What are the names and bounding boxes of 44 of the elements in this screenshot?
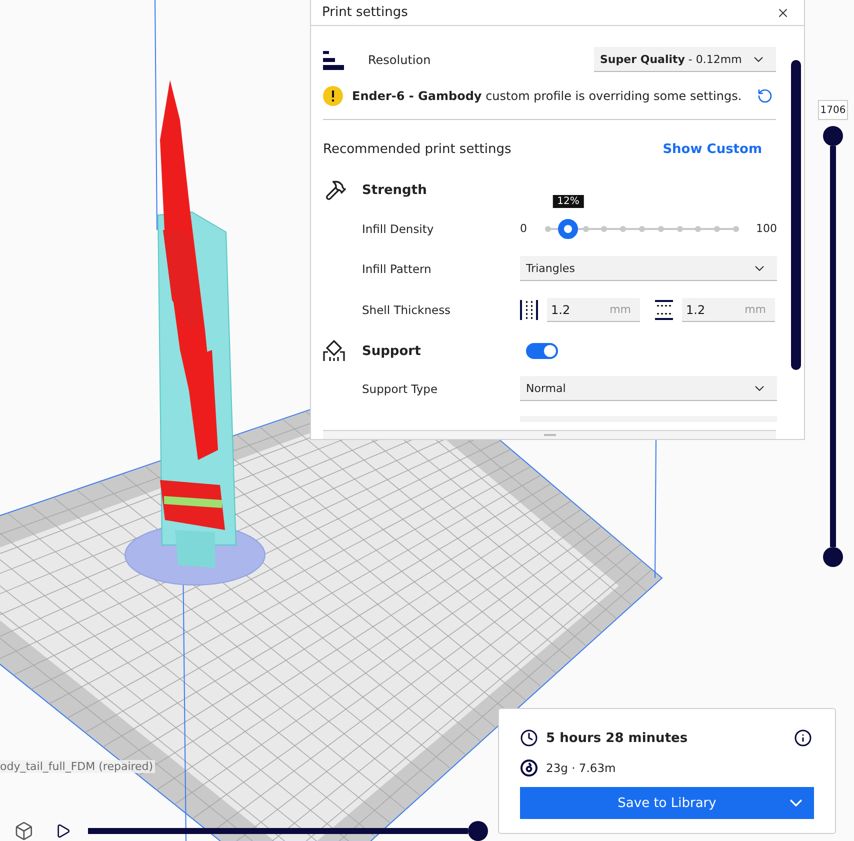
- file-name: ody_tail_full_FDM (repaired): [0, 760, 156, 773]
- info-icon[interactable]: [794, 729, 812, 747]
- support-icon: [323, 340, 345, 362]
- slider-thumb[interactable]: [558, 218, 578, 238]
- group-title: Support: [362, 344, 422, 358]
- setting-label: Support Type: [362, 382, 439, 396]
- top-bottom-thickness-field[interactable]: 1.2 mm: [682, 298, 775, 322]
- play-icon[interactable]: [54, 823, 71, 839]
- layer-slider-thumb[interactable]: [823, 547, 843, 567]
- dropdown[interactable]: Normal: [520, 376, 777, 401]
- warning-icon: [323, 86, 343, 106]
- clock-icon: [520, 729, 538, 747]
- support-toggle[interactable]: [526, 343, 558, 359]
- infill-slider[interactable]: [545, 218, 739, 238]
- spool-icon: [520, 759, 538, 777]
- layer-slider[interactable]: [823, 126, 843, 567]
- resolution-dropdown[interactable]: Super Quality - 0.12mm: [594, 47, 776, 72]
- layer-slider-thumb[interactable]: [823, 126, 843, 146]
- setting-label: Infill Pattern: [362, 262, 432, 276]
- setting-label: Shell Thickness: [362, 303, 452, 317]
- hammer-icon: [325, 179, 347, 201]
- top-bottom-thickness-icon: [655, 300, 673, 320]
- slider-max-label: 100: [756, 222, 777, 235]
- cube-icon[interactable]: [14, 821, 34, 841]
- wall-thickness-field[interactable]: 1.2 mm: [547, 298, 640, 322]
- panel-title: Print settings: [322, 5, 408, 20]
- layers-icon: [323, 48, 345, 70]
- group-title: Strength: [362, 182, 428, 198]
- resolution-label: Resolution: [368, 52, 431, 66]
- slider-min-label: 0: [520, 222, 527, 235]
- section-title: Recommended print settings: [323, 142, 512, 156]
- scrollbar[interactable]: [791, 60, 801, 370]
- playback-slider-thumb[interactable]: [468, 821, 488, 841]
- slider-tooltip: 12%: [553, 194, 584, 208]
- material-usage: 23g · 7.63m: [546, 761, 616, 775]
- warning-message: Ender-6 - Gambody custom profile is overriding some settings.: [352, 89, 742, 103]
- save-to-library-button[interactable]: Save to Library: [520, 787, 814, 819]
- setting-label: Infill Density: [362, 222, 435, 236]
- show-custom-link[interactable]: Show Custom: [662, 142, 762, 156]
- dropdown[interactable]: Triangles: [520, 256, 777, 281]
- reset-icon[interactable]: [757, 88, 773, 104]
- layer-number: 1706: [818, 100, 848, 120]
- print-time: 5 hours 28 minutes: [546, 730, 688, 746]
- wall-thickness-icon: [520, 299, 538, 321]
